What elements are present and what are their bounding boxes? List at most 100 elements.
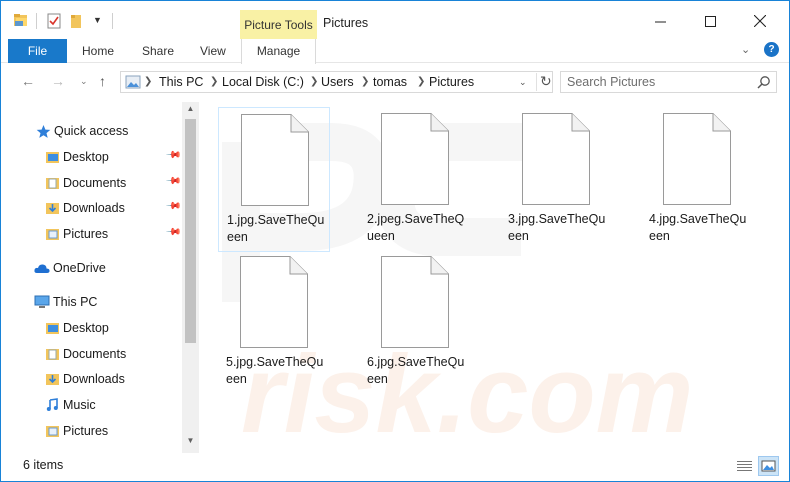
nav-qa-pictures[interactable]: Pictures bbox=[44, 224, 108, 244]
close-button[interactable] bbox=[737, 7, 783, 35]
forward-button[interactable]: → bbox=[51, 73, 65, 89]
file-item[interactable]: 5.jpg.SaveTheQu een bbox=[218, 250, 330, 395]
pictures-location-icon bbox=[125, 75, 141, 92]
scroll-up-icon[interactable]: ▲ bbox=[182, 104, 199, 113]
nav-pc-documents[interactable]: Documents bbox=[44, 344, 126, 364]
expand-ribbon-icon[interactable]: ⌄ bbox=[741, 43, 750, 56]
file-item[interactable]: 1.jpg.SaveTheQu een bbox=[218, 107, 330, 252]
file-name-line-2: een bbox=[226, 372, 247, 386]
address-dropdown-icon[interactable]: ⌄ bbox=[519, 77, 527, 88]
search-icon[interactable] bbox=[757, 75, 771, 92]
breadcrumb-separator[interactable]: ❯ bbox=[417, 76, 425, 87]
nav-pc-desktop[interactable]: Desktop bbox=[44, 318, 109, 338]
blank-file-icon bbox=[663, 113, 731, 208]
documents-folder-icon bbox=[44, 346, 60, 362]
properties-icon[interactable] bbox=[47, 13, 61, 32]
large-icons-view-icon[interactable] bbox=[758, 456, 779, 476]
nav-pc-documents-label: Documents bbox=[63, 347, 127, 361]
nav-pc-pictures[interactable]: Pictures bbox=[44, 421, 108, 441]
file-name: 5.jpg.SaveTheQu een bbox=[226, 354, 326, 388]
file-name: 1.jpg.SaveTheQu een bbox=[227, 212, 327, 246]
tab-view[interactable]: View bbox=[200, 39, 226, 63]
breadcrumb-local-disk[interactable]: Local Disk (C:) bbox=[222, 75, 304, 89]
file-name-line-1: 5.jpg.SaveTheQu bbox=[226, 355, 324, 369]
nav-quick-access[interactable]: Quick access bbox=[35, 121, 128, 141]
nav-pc-downloads[interactable]: Downloads bbox=[44, 369, 125, 389]
nav-qa-desktop[interactable]: Desktop bbox=[44, 147, 109, 167]
nav-scrollbar[interactable]: ▲ ▼ bbox=[182, 102, 199, 453]
close-icon bbox=[754, 15, 766, 27]
nav-pc-music-label: Music bbox=[63, 398, 96, 412]
minimize-icon bbox=[654, 21, 666, 22]
recent-locations-dropdown[interactable]: ⌄ bbox=[80, 76, 88, 87]
help-icon[interactable]: ? bbox=[764, 42, 779, 57]
nav-onedrive[interactable]: OneDrive bbox=[34, 258, 106, 278]
breadcrumb-separator[interactable]: ❯ bbox=[210, 76, 218, 87]
file-name-line-2: een bbox=[508, 229, 529, 243]
nav-onedrive-label: OneDrive bbox=[53, 261, 106, 275]
documents-folder-icon bbox=[44, 175, 60, 191]
breadcrumb-users[interactable]: Users bbox=[321, 75, 354, 89]
pin-icon[interactable]: 📌 bbox=[165, 224, 182, 241]
breadcrumb-tomas[interactable]: tomas bbox=[373, 75, 407, 89]
computer-icon bbox=[34, 294, 50, 310]
file-item[interactable]: 2.jpeg.SaveTheQ ueen bbox=[359, 107, 471, 252]
onedrive-cloud-icon bbox=[34, 260, 50, 276]
breadcrumb-this-pc[interactable]: This PC bbox=[159, 75, 203, 89]
breadcrumb-separator[interactable]: ❯ bbox=[361, 76, 369, 87]
picture-tools-header: Picture Tools bbox=[240, 10, 317, 39]
qat-dropdown-icon[interactable]: ▼ bbox=[93, 15, 102, 25]
nav-this-pc[interactable]: This PC bbox=[34, 292, 97, 312]
blank-file-icon bbox=[381, 113, 449, 208]
nav-pc-music[interactable]: Music bbox=[44, 395, 96, 415]
maximize-button[interactable] bbox=[687, 7, 733, 35]
tab-file[interactable]: File bbox=[8, 39, 67, 63]
qat-separator bbox=[36, 13, 37, 29]
scroll-thumb[interactable] bbox=[185, 119, 196, 343]
nav-qa-documents-label: Documents bbox=[63, 176, 127, 190]
pictures-folder-icon bbox=[44, 226, 60, 242]
minimize-button[interactable] bbox=[637, 7, 683, 35]
pin-icon[interactable]: 📌 bbox=[165, 173, 182, 190]
file-name-line-2: ueen bbox=[367, 229, 395, 243]
pictures-folder-icon bbox=[44, 423, 60, 439]
breadcrumb-separator[interactable]: ❯ bbox=[310, 76, 318, 87]
music-folder-icon bbox=[44, 397, 60, 413]
tab-manage[interactable]: Manage bbox=[241, 39, 316, 64]
details-view-icon[interactable] bbox=[736, 458, 753, 475]
pin-icon[interactable]: 📌 bbox=[165, 147, 182, 164]
nav-qa-desktop-label: Desktop bbox=[63, 150, 109, 164]
desktop-folder-icon bbox=[44, 320, 60, 336]
breadcrumb-pictures[interactable]: Pictures bbox=[429, 75, 474, 89]
address-bar[interactable]: ❯ This PC ❯ Local Disk (C:) ❯ Users ❯ to… bbox=[120, 71, 553, 93]
up-button[interactable]: ↑ bbox=[99, 73, 106, 89]
scroll-down-icon[interactable]: ▼ bbox=[182, 436, 199, 445]
file-name: 6.jpg.SaveTheQu een bbox=[367, 354, 467, 388]
desktop-folder-icon bbox=[44, 149, 60, 165]
pin-icon[interactable]: 📌 bbox=[165, 198, 182, 215]
blank-file-icon bbox=[240, 256, 308, 351]
new-folder-icon[interactable] bbox=[70, 13, 82, 32]
blank-file-icon bbox=[522, 113, 590, 208]
nav-qa-documents[interactable]: Documents bbox=[44, 173, 126, 193]
tab-home[interactable]: Home bbox=[82, 39, 114, 63]
file-item[interactable]: 6.jpg.SaveTheQu een bbox=[359, 250, 471, 395]
folder-app-icon bbox=[13, 12, 29, 31]
nav-this-pc-label: This PC bbox=[53, 295, 98, 309]
breadcrumb-separator[interactable]: ❯ bbox=[144, 76, 152, 87]
tab-manage-label: Manage bbox=[256, 44, 301, 58]
refresh-icon[interactable]: ↻ bbox=[536, 73, 552, 91]
nav-pc-downloads-label: Downloads bbox=[63, 372, 125, 386]
nav-qa-pictures-label: Pictures bbox=[63, 227, 109, 241]
back-button[interactable]: ← bbox=[21, 73, 35, 89]
file-item[interactable]: 4.jpg.SaveTheQu een bbox=[641, 107, 753, 252]
search-box[interactable]: Search Pictures bbox=[560, 71, 777, 93]
item-count: 6 items bbox=[23, 458, 64, 472]
nav-qa-downloads[interactable]: Downloads bbox=[44, 198, 125, 218]
file-item[interactable]: 3.jpg.SaveTheQu een bbox=[500, 107, 612, 252]
window-title: Pictures bbox=[323, 16, 369, 30]
downloads-folder-icon bbox=[44, 371, 60, 387]
file-name: 2.jpeg.SaveTheQ ueen bbox=[367, 211, 467, 245]
tab-share[interactable]: Share bbox=[142, 39, 174, 63]
file-name-line-2: een bbox=[649, 229, 670, 243]
